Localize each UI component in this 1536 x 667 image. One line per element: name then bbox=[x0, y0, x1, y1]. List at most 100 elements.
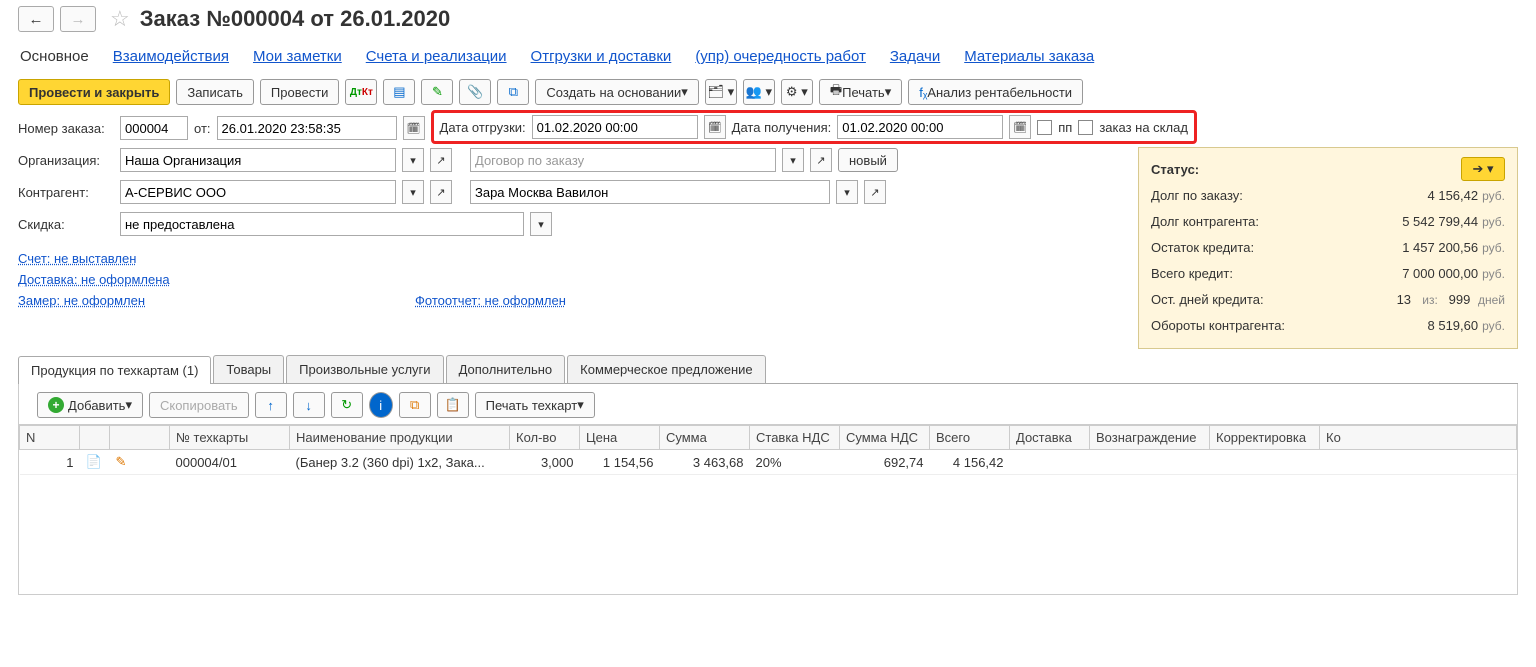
partner-input[interactable] bbox=[120, 180, 396, 204]
open-icon[interactable]: ↗ bbox=[810, 148, 832, 172]
prod-tab-techcards[interactable]: Продукция по техкартам (1) bbox=[18, 356, 211, 384]
tab-shipments[interactable]: Отгрузки и доставки bbox=[531, 48, 672, 65]
col-price[interactable]: Цена bbox=[580, 426, 660, 450]
col-n[interactable]: N bbox=[20, 426, 80, 450]
favorite-icon[interactable]: ☆ bbox=[110, 6, 130, 32]
ship-date-input[interactable] bbox=[532, 115, 698, 139]
col-qty[interactable]: Кол-во bbox=[510, 426, 580, 450]
ship-date-label: Дата отгрузки: bbox=[440, 120, 526, 135]
cell-price: 1 154,56 bbox=[580, 450, 660, 475]
status-panel: Статус: ➔ ▾ Долг по заказу:4 156,42руб. … bbox=[1138, 147, 1518, 349]
list-icon[interactable]: ▤ bbox=[383, 79, 415, 105]
recv-date-input[interactable] bbox=[837, 115, 1003, 139]
prod-tab-offer[interactable]: Коммерческое предложение bbox=[567, 355, 765, 383]
status-label: Остаток кредита: bbox=[1151, 240, 1254, 255]
col-delivery[interactable]: Доставка bbox=[1010, 426, 1090, 450]
refresh-icon[interactable]: ↻ bbox=[331, 392, 363, 418]
col-name[interactable]: Наименование продукции bbox=[290, 426, 510, 450]
page-title: Заказ №000004 от 26.01.2020 bbox=[140, 6, 451, 32]
col-correction[interactable]: Корректировка bbox=[1210, 426, 1320, 450]
tab-tasks[interactable]: Задачи bbox=[890, 48, 940, 65]
branch-input[interactable] bbox=[470, 180, 830, 204]
copy-row-button[interactable]: Скопировать bbox=[149, 392, 249, 418]
open-icon[interactable]: ↗ bbox=[430, 180, 452, 204]
org-input[interactable] bbox=[120, 148, 396, 172]
days-left: 13 bbox=[1397, 292, 1411, 307]
create-based-button[interactable]: Создать на основании ▾ bbox=[535, 79, 698, 105]
calendar-icon[interactable]: 🗓 bbox=[704, 115, 726, 139]
prod-tab-services[interactable]: Произвольные услуги bbox=[286, 355, 443, 383]
contract-input[interactable] bbox=[470, 148, 776, 172]
move-up-icon[interactable]: ↑ bbox=[255, 392, 287, 418]
edit-icon[interactable]: ✎ bbox=[421, 79, 453, 105]
col-icon2[interactable] bbox=[110, 426, 170, 450]
discount-input[interactable] bbox=[120, 212, 524, 236]
dtkt-icon[interactable]: ДтКт bbox=[345, 79, 377, 105]
save-button[interactable]: Записать bbox=[176, 79, 254, 105]
post-and-close-button[interactable]: Провести и закрыть bbox=[18, 79, 170, 105]
open-icon[interactable]: ↗ bbox=[864, 180, 886, 204]
order-no-input[interactable] bbox=[120, 116, 188, 140]
measure-link[interactable]: Замер: не оформлен bbox=[18, 293, 145, 308]
discount-label: Скидка: bbox=[18, 217, 114, 232]
col-icon1[interactable] bbox=[80, 426, 110, 450]
structure-icon[interactable]: ⧉ bbox=[497, 79, 529, 105]
new-contract-button[interactable]: новый bbox=[838, 148, 898, 172]
col-extra[interactable]: Ко bbox=[1320, 426, 1517, 450]
row-doc-icon[interactable]: 📄 bbox=[80, 450, 110, 475]
add-row-button[interactable]: +Добавить ▾ bbox=[37, 392, 143, 418]
post-button[interactable]: Провести bbox=[260, 79, 340, 105]
copy-icon[interactable]: ⧉ bbox=[399, 392, 431, 418]
delivery-link[interactable]: Доставка: не оформлена bbox=[18, 272, 170, 287]
prod-tab-goods[interactable]: Товары bbox=[213, 355, 284, 383]
tab-invoices[interactable]: Счета и реализации bbox=[366, 48, 507, 65]
order-no-label: Номер заказа: bbox=[18, 121, 114, 136]
tab-notes[interactable]: Мои заметки bbox=[253, 48, 342, 65]
tab-interactions[interactable]: Взаимодействия bbox=[113, 48, 229, 65]
folder-icon[interactable]: 🗂 ▾ bbox=[705, 79, 737, 105]
col-total[interactable]: Всего bbox=[930, 426, 1010, 450]
attach-icon[interactable]: 📎 bbox=[459, 79, 491, 105]
tab-materials[interactable]: Материалы заказа bbox=[964, 48, 1094, 65]
calendar-icon[interactable]: 🗓 bbox=[1009, 115, 1031, 139]
print-techcards-button[interactable]: Печать техкарт ▾ bbox=[475, 392, 595, 418]
recv-date-label: Дата получения: bbox=[732, 120, 832, 135]
profit-analysis-button[interactable]: fᵪ Анализ рентабельности bbox=[908, 79, 1083, 105]
open-icon[interactable]: ↗ bbox=[430, 148, 452, 172]
print-button[interactable]: 🖶 Печать ▾ bbox=[819, 79, 902, 105]
row-edit-icon[interactable]: ✎ bbox=[110, 450, 170, 475]
from-date-input[interactable] bbox=[217, 116, 397, 140]
cell-vatrate: 20% bbox=[750, 450, 840, 475]
col-vatsum[interactable]: Сумма НДС bbox=[840, 426, 930, 450]
status-label: Долг контрагента: bbox=[1151, 214, 1259, 229]
forward-button[interactable]: → bbox=[60, 6, 96, 32]
status-arrow-button[interactable]: ➔ ▾ bbox=[1461, 157, 1505, 181]
products-table: N № техкарты Наименование продукции Кол-… bbox=[19, 425, 1517, 475]
pp-checkbox[interactable] bbox=[1037, 120, 1052, 135]
calendar-icon[interactable]: 🗓 bbox=[403, 116, 425, 140]
col-tc[interactable]: № техкарты bbox=[170, 426, 290, 450]
back-button[interactable]: ← bbox=[18, 6, 54, 32]
invoice-link[interactable]: Счет: не выставлен bbox=[18, 251, 136, 266]
dropdown-icon[interactable]: ▾ bbox=[782, 148, 804, 172]
prod-tab-extra[interactable]: Дополнительно bbox=[446, 355, 566, 383]
tab-priority[interactable]: (упр) очередность работ bbox=[695, 48, 866, 65]
paste-icon[interactable]: 📋 bbox=[437, 392, 469, 418]
col-sum[interactable]: Сумма bbox=[660, 426, 750, 450]
photo-link[interactable]: Фотоотчет: не оформлен bbox=[415, 293, 566, 308]
stock-checkbox[interactable] bbox=[1078, 120, 1093, 135]
info-icon[interactable]: i bbox=[369, 392, 393, 418]
table-row[interactable]: 1 📄 ✎ 000004/01 (Банер 3.2 (360 dpi) 1x2… bbox=[20, 450, 1517, 475]
dropdown-icon[interactable]: ▾ bbox=[530, 212, 552, 236]
move-down-icon[interactable]: ↓ bbox=[293, 392, 325, 418]
col-reward[interactable]: Вознаграждение bbox=[1090, 426, 1210, 450]
dropdown-icon[interactable]: ▾ bbox=[402, 148, 424, 172]
tab-main[interactable]: Основное bbox=[20, 48, 89, 65]
cell-tc: 000004/01 bbox=[170, 450, 290, 475]
users-icon[interactable]: 👥 ▾ bbox=[743, 79, 775, 105]
dropdown-icon[interactable]: ▾ bbox=[402, 180, 424, 204]
gear-icon[interactable]: ⚙ ▾ bbox=[781, 79, 813, 105]
dropdown-icon[interactable]: ▾ bbox=[836, 180, 858, 204]
col-vatrate[interactable]: Ставка НДС bbox=[750, 426, 840, 450]
org-label: Организация: bbox=[18, 153, 114, 168]
